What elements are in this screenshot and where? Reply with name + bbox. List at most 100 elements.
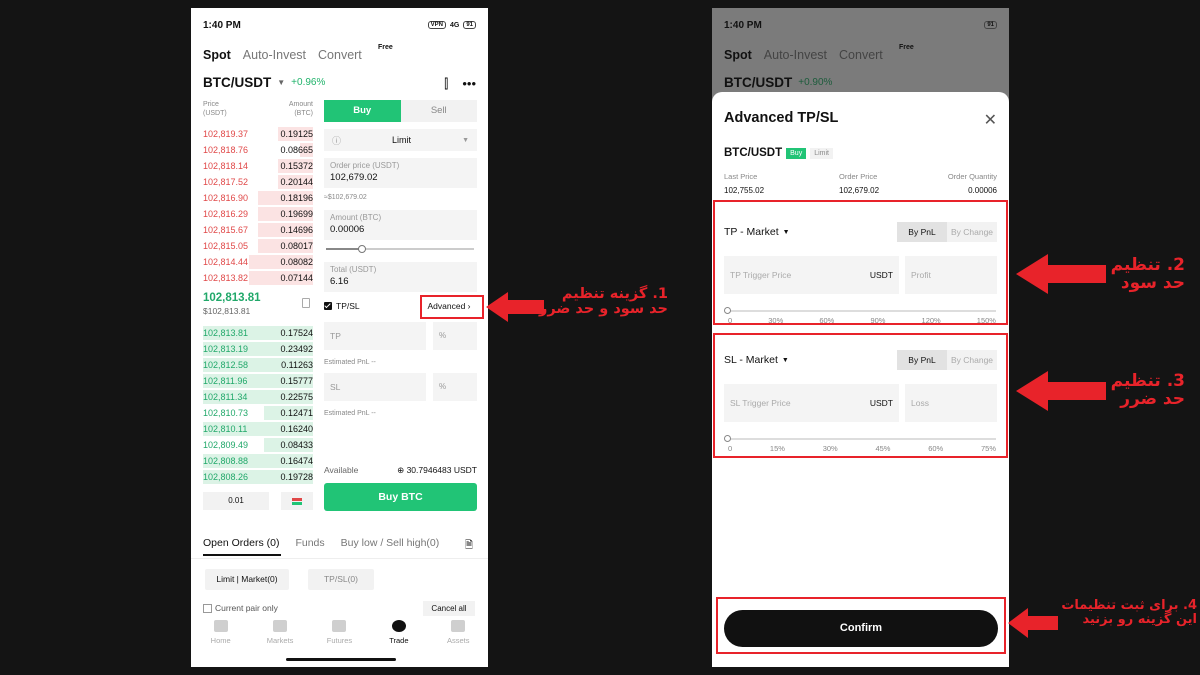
sell-tab[interactable]: Sell [401, 100, 478, 122]
last-price: 102,813.81 [203, 292, 261, 304]
buy-btc-button[interactable]: Buy BTC [324, 483, 477, 511]
order-quantity-info: Order Quantity 0.00006 [947, 172, 997, 195]
row-amount: 0.18196 [280, 193, 313, 203]
signal-icon: 4G [449, 21, 460, 29]
row-amount: 0.15777 [280, 376, 313, 386]
tab-funds[interactable]: Funds [295, 537, 324, 549]
status-bar: 1:40 PM VPN 4G 91 [191, 8, 488, 42]
amount-field[interactable]: Amount (BTC) 0.00006 [324, 210, 477, 240]
tpsl-label: TP/SL [336, 301, 360, 311]
sl-highlight-box [713, 333, 1008, 458]
row-price: 102,813.19 [203, 344, 249, 354]
ask-row[interactable]: 102,816.90 0.18196 [203, 190, 313, 206]
order-price-info: Order Price 102,679.02 [839, 172, 880, 195]
nav-home[interactable]: Home [196, 620, 246, 645]
current-pair-only[interactable]: Current pair only [203, 603, 278, 613]
bid-row[interactable]: 102,810.73 0.12471 [203, 405, 313, 421]
sl-percent[interactable]: % [433, 373, 477, 401]
order-history-icon[interactable]: 🗎 [465, 538, 473, 555]
tab-convert: Convert [839, 48, 883, 62]
ask-row[interactable]: 102,819.37 0.19125 [203, 126, 313, 142]
sl-input[interactable]: SL [324, 373, 426, 401]
chevron-down-icon: ▼ [277, 78, 286, 87]
bids-list: 102,813.81 0.17524 102,813.19 0.23492 102,81… [203, 325, 313, 485]
row-price: 102,808.88 [203, 456, 249, 466]
tab-buy-low-sell-high[interactable]: Buy low / Sell high(0) [341, 537, 440, 549]
nav-futures[interactable]: Futures [314, 620, 364, 645]
tab-open-orders[interactable]: Open Orders (0) [203, 537, 279, 549]
row-amount: 0.16240 [280, 424, 313, 434]
ask-row[interactable]: 102,814.44 0.08082 [203, 254, 313, 270]
more-icon[interactable]: ••• [462, 76, 476, 92]
nav-assets[interactable]: Assets [433, 620, 483, 645]
annotation-step-1: 1. گزینه تنظیم حد سود و حد ضرر [538, 286, 668, 318]
bid-row[interactable]: 102,810.11 0.16240 [203, 421, 313, 437]
total-label: Total (USDT) [330, 265, 377, 274]
nav-markets[interactable]: Markets [255, 620, 305, 645]
row-amount: 0.08017 [280, 241, 313, 251]
annotation-step-3: 3. تنظیم حد ضرر [1110, 371, 1185, 409]
slider-knob[interactable] [358, 245, 366, 253]
close-icon[interactable]: ✕ [984, 110, 997, 130]
ask-row[interactable]: 102,817.52 0.20144 [203, 174, 313, 190]
nav-trade[interactable]: Trade [374, 620, 424, 645]
pair-name: BTC/USDT [724, 75, 793, 90]
tab-convert[interactable]: Convert [318, 48, 362, 62]
row-price: 102,809.49 [203, 440, 249, 450]
sl-estimated-pnl: Estimated PnL -- [324, 410, 376, 417]
orderbook-view-toggle[interactable] [281, 492, 313, 510]
bid-row[interactable]: 102,808.88 0.16474 [203, 453, 313, 469]
mid-price: 102,813.81 $102,813.81 [203, 292, 261, 316]
row-price: 102,812.58 [203, 360, 249, 370]
bid-row[interactable]: 102,809.49 0.08433 [203, 437, 313, 453]
buy-tab[interactable]: Buy [324, 100, 401, 122]
bid-row[interactable]: 102,811.34 0.22575 [203, 389, 313, 405]
markets-icon [273, 620, 288, 632]
candlestick-chart-icon[interactable]: ⫿ [444, 76, 448, 92]
tp-percent[interactable]: % [433, 322, 477, 350]
ask-row[interactable]: 102,816.29 0.19699 [203, 206, 313, 222]
sheet-pair: BTC/USDT [724, 147, 783, 159]
bid-row[interactable]: 102,811.96 0.15777 [203, 373, 313, 389]
status-time: 1:40 PM [203, 19, 241, 31]
ask-row[interactable]: 102,813.82 0.07144 [203, 270, 313, 286]
ask-row[interactable]: 102,818.76 0.08665 [203, 142, 313, 158]
bid-row[interactable]: 102,812.58 0.11263 [203, 357, 313, 373]
ask-row[interactable]: 102,815.67 0.14696 [203, 222, 313, 238]
filter-tpsl[interactable]: TP/SL(0) [308, 569, 374, 590]
tp-input[interactable]: TP [324, 322, 426, 350]
tpsl-checkbox[interactable]: TP/SL [324, 301, 360, 311]
document-icon[interactable] [302, 298, 310, 308]
row-amount: 0.15372 [280, 161, 313, 171]
plus-circle-icon[interactable]: ⊕ [397, 465, 404, 475]
ask-row[interactable]: 102,818.14 0.15372 [203, 158, 313, 174]
annotation-step-4: 4. برای ثبت تنظیمات این گزینه رو بزنید [1061, 598, 1197, 627]
total-field[interactable]: Total (USDT) 6.16 [324, 262, 477, 292]
amount-header: Amount (BTC) [288, 101, 313, 117]
amount-slider[interactable] [326, 245, 474, 253]
available-balance: Available ⊕ 30.7946483 USDT [324, 465, 477, 476]
futures-icon [332, 620, 347, 632]
battery-icon: 91 [984, 21, 997, 29]
row-price: 102,815.05 [203, 241, 249, 251]
order-type-select[interactable]: ⓘ Limit ▼ [324, 129, 477, 151]
bid-row[interactable]: 102,808.26 0.19728 [203, 469, 313, 485]
total-value: 6.16 [330, 276, 349, 287]
pair-selector[interactable]: BTC/USDT ▼ +0.96% [203, 75, 325, 90]
ask-row[interactable]: 102,815.05 0.08017 [203, 238, 313, 254]
filter-limit-market[interactable]: Limit | Market(0) [205, 569, 289, 590]
bid-row[interactable]: 102,813.19 0.23492 [203, 341, 313, 357]
bid-row[interactable]: 102,813.81 0.17524 [203, 325, 313, 341]
tab-spot[interactable]: Spot [203, 48, 231, 62]
order-price-field[interactable]: Order price (USDT) 102,679.02 [324, 158, 477, 188]
row-amount: 0.12471 [280, 408, 313, 418]
type-badge: Limit [810, 147, 833, 159]
cancel-all-button[interactable]: Cancel all [423, 601, 475, 616]
row-amount: 0.07144 [280, 273, 313, 283]
row-amount: 0.20144 [280, 177, 313, 187]
row-price: 102,819.37 [203, 129, 249, 139]
tab-auto-invest[interactable]: Auto-Invest [243, 48, 306, 62]
annotation-step-2: 2. تنظیم حد سود [1110, 255, 1185, 293]
approx-usd: ≈$102,679.02 [324, 194, 367, 201]
depth-select[interactable]: 0.01 [203, 492, 269, 510]
